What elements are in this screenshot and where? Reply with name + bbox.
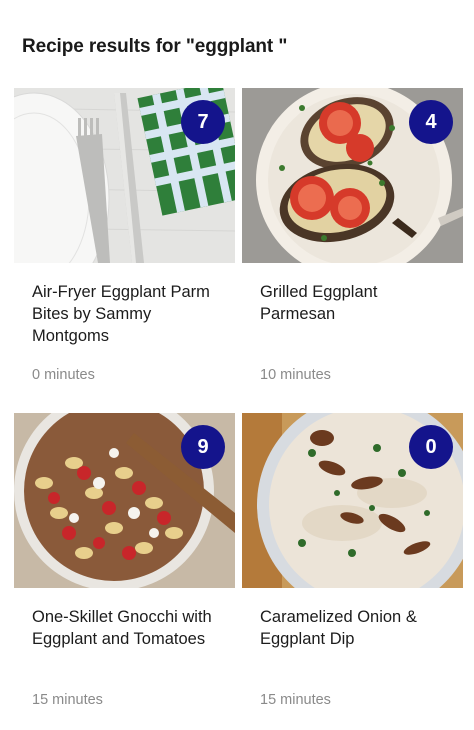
- recipe-image[interactable]: 0: [242, 413, 463, 588]
- recipe-title[interactable]: Air-Fryer Eggplant Parm Bites by Sammy M…: [32, 281, 222, 347]
- recipe-title[interactable]: One-Skillet Gnocchi with Eggplant and To…: [32, 606, 222, 650]
- count-badge: 0: [409, 425, 453, 469]
- recipe-image[interactable]: 4: [242, 88, 463, 263]
- count-badge: 9: [181, 425, 225, 469]
- recipe-time: 0 minutes: [32, 367, 95, 383]
- recipe-time: 10 minutes: [260, 367, 331, 383]
- page-title: Recipe results for "eggplant ": [22, 36, 288, 57]
- recipe-card[interactable]: 0 Caramelized Onion & Eggplant Dip 15 mi…: [242, 413, 463, 708]
- recipe-title[interactable]: Caramelized Onion & Eggplant Dip: [260, 606, 450, 650]
- recipe-card[interactable]: 9 One-Skillet Gnocchi with Eggplant and …: [14, 413, 235, 708]
- recipe-image[interactable]: 9: [14, 413, 235, 588]
- recipe-image[interactable]: 7: [14, 88, 235, 263]
- recipe-card[interactable]: 7 Air-Fryer Eggplant Parm Bites by Sammy…: [14, 88, 235, 383]
- count-badge: 4: [409, 100, 453, 144]
- recipe-time: 15 minutes: [32, 692, 103, 708]
- recipe-title[interactable]: Grilled Eggplant Parmesan: [260, 281, 450, 325]
- count-badge: 7: [181, 100, 225, 144]
- recipe-card[interactable]: 4 Grilled Eggplant Parmesan 10 minutes: [242, 88, 463, 383]
- recipe-time: 15 minutes: [260, 692, 331, 708]
